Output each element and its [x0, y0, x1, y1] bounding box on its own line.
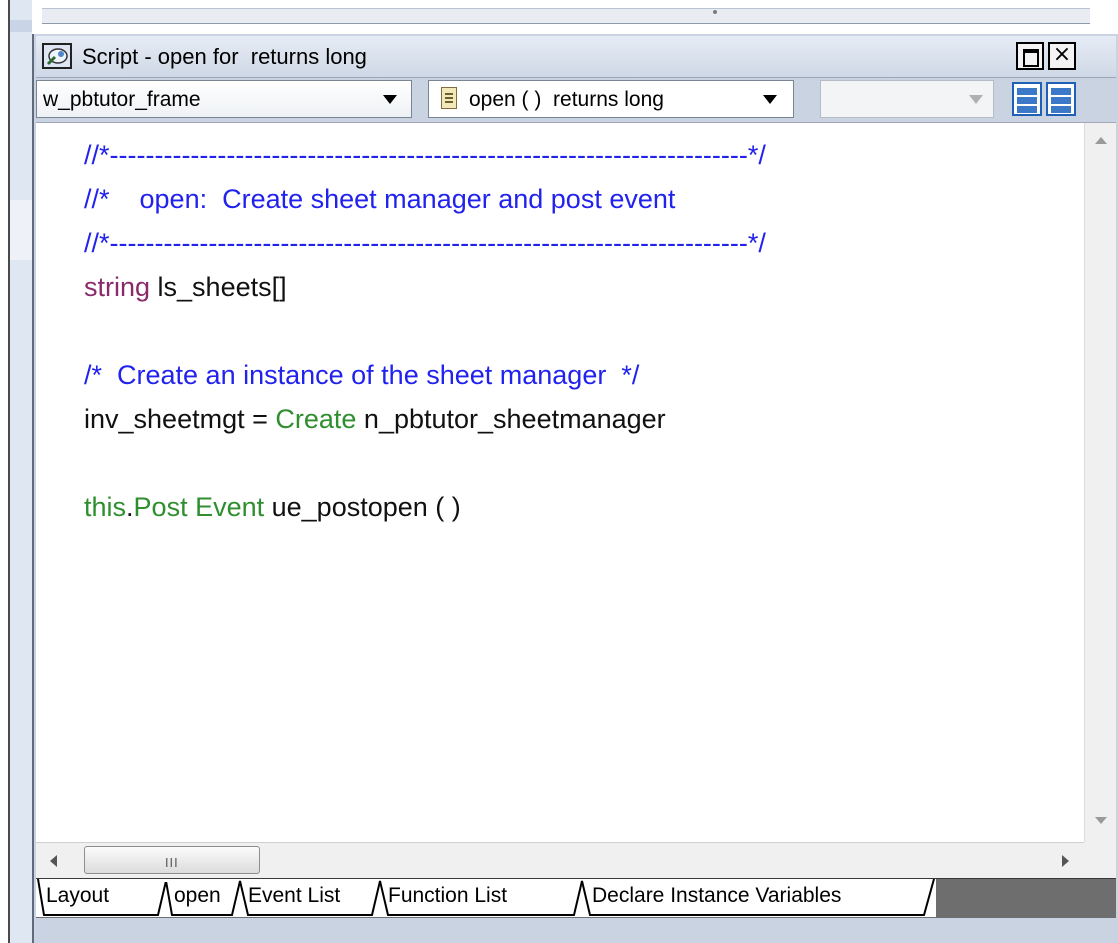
code-area[interactable]: //*-------------------------------------…	[84, 133, 766, 529]
code-token-plain: n_pbtutor_sheetmanager	[356, 404, 666, 434]
window-bottom-edge	[36, 918, 1116, 943]
side-strip-notch	[10, 20, 32, 32]
code-line[interactable]: //* open: Create sheet manager and post …	[84, 177, 766, 221]
split-horizontal-icon[interactable]	[1012, 82, 1042, 116]
scroll-down-icon[interactable]	[1095, 817, 1107, 824]
code-token-kw: Post Event	[133, 492, 265, 522]
scroll-grip: III	[165, 856, 179, 870]
script-toolbar: w_pbtutor_frame open ( ) returns long	[36, 80, 1116, 120]
code-line[interactable]	[84, 441, 766, 485]
outer-frame-left	[0, 0, 8, 943]
ruler-bar	[42, 8, 1090, 24]
tab-declare-instance-variables[interactable]: Declare Instance Variables	[592, 879, 841, 915]
scroll-right-icon[interactable]	[1062, 855, 1069, 867]
object-dropdown[interactable]: w_pbtutor_frame	[36, 80, 412, 118]
chevron-down-icon	[383, 95, 397, 104]
code-line[interactable]: this.Post Event ue_postopen ( )	[84, 485, 766, 529]
maximize-button[interactable]	[1016, 42, 1044, 70]
code-token-kw: this	[84, 492, 127, 522]
tab-event-list[interactable]: Event List	[248, 879, 340, 915]
code-token-comment: //* open: Create sheet manager and post …	[84, 184, 676, 214]
script-editor[interactable]: //*-------------------------------------…	[36, 122, 1116, 843]
outer-side-strip	[10, 0, 32, 943]
code-line[interactable]: //*-------------------------------------…	[84, 133, 766, 177]
scroll-left-icon[interactable]	[50, 855, 57, 867]
code-line[interactable]: inv_sheetmgt = Create n_pbtutor_sheetman…	[84, 397, 766, 441]
ruler-marker	[713, 10, 717, 14]
tab-open[interactable]: open	[174, 879, 221, 915]
script-window-icon[interactable]	[42, 43, 72, 69]
pane-top	[1051, 88, 1071, 95]
pane-top	[1017, 88, 1037, 95]
tab-layout[interactable]: Layout	[46, 879, 109, 915]
code-token-type: string	[84, 272, 151, 302]
scroll-corner	[1084, 842, 1116, 878]
code-line[interactable]: //*-------------------------------------…	[84, 221, 766, 265]
horizontal-scrollbar[interactable]: III	[36, 842, 1084, 878]
close-button[interactable]: ×	[1048, 42, 1076, 70]
tab-bar: Layout open Event List Function List Dec…	[36, 878, 1116, 918]
object-dropdown-value: w_pbtutor_frame	[43, 88, 201, 111]
code-token-comment: /* Create an instance of the sheet manag…	[84, 360, 640, 390]
ruler-strip	[32, 0, 1118, 34]
title-bar[interactable]: Script - open for returns long ×	[36, 36, 1116, 78]
window-title: Script - open for returns long	[82, 44, 367, 69]
split-vertical-icon[interactable]	[1046, 82, 1076, 116]
pane-bottom	[1017, 106, 1037, 113]
code-line[interactable]	[84, 309, 766, 353]
code-token-comment: //*-------------------------------------…	[84, 228, 766, 258]
vertical-scrollbar[interactable]	[1084, 123, 1116, 843]
chevron-down-icon	[763, 95, 777, 104]
pane-middle	[1051, 97, 1071, 104]
event-dropdown[interactable]: open ( ) returns long	[428, 80, 794, 118]
event-script-icon	[441, 87, 457, 109]
code-token-kw: Create	[275, 404, 357, 434]
code-line[interactable]: string ls_sheets[]	[84, 265, 766, 309]
pane-middle	[1017, 97, 1037, 104]
scroll-thumb[interactable]: III	[84, 846, 260, 874]
code-token-plain: ue_postopen ( )	[264, 492, 461, 522]
code-token-plain: ls_sheets[]	[150, 272, 287, 302]
code-token-plain: inv_sheetmgt =	[84, 404, 276, 434]
code-line[interactable]: /* Create an instance of the sheet manag…	[84, 353, 766, 397]
tab-function-list[interactable]: Function List	[388, 879, 507, 915]
code-token-plain: .	[126, 492, 134, 522]
side-strip-highlight	[10, 200, 32, 260]
event-dropdown-value: open ( ) returns long	[469, 88, 664, 111]
scroll-up-icon[interactable]	[1095, 137, 1107, 144]
ancestor-dropdown[interactable]	[820, 80, 994, 118]
chevron-down-icon	[969, 95, 983, 104]
code-token-comment: //*-------------------------------------…	[84, 140, 766, 170]
pane-bottom	[1051, 106, 1071, 113]
script-window: Script - open for returns long × w_pbtut…	[32, 34, 1118, 943]
